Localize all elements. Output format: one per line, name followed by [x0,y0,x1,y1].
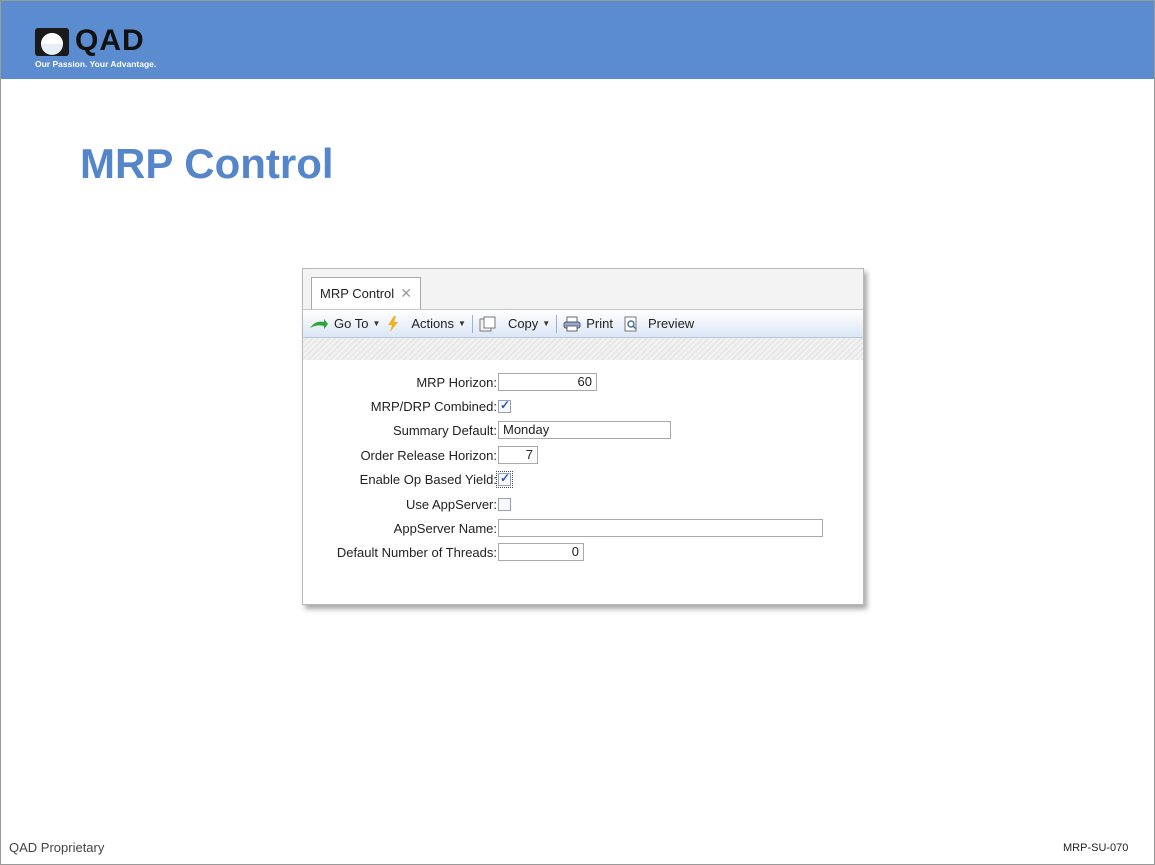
logo-tagline: Our Passion. Your Advantage. [35,59,157,69]
logo-text: QAD [75,24,145,57]
use-appserver-checkbox[interactable] [498,498,511,511]
enable-op-based-yield-checkbox[interactable]: ✓ [496,471,513,488]
qad-logo: QAD Our Passion. Your Advantage. [35,24,195,78]
qad-logo-icon [35,28,69,56]
default-threads-input[interactable]: 0 [498,543,584,561]
checkmark-icon: ✓ [500,398,511,412]
mrp-horizon-label: MRP Horizon: [416,375,497,390]
default-threads-label: Default Number of Threads: [336,545,497,560]
slide-title: MRP Control [80,140,334,187]
field-order-release-horizon: Order Release Horizon: 7 [303,446,863,466]
appserver-name-label: AppServer Name: [393,521,497,536]
field-mrp-horizon: MRP Horizon: 60 [303,373,863,393]
field-appserver-name: AppServer Name: [303,519,863,539]
field-mrp-drp-combined: MRP/DRP Combined: ✓ [303,397,863,417]
footer-slide-code: MRP-SU-070 [1063,842,1129,854]
appserver-name-input[interactable] [498,519,823,537]
use-appserver-label: Use AppServer: [405,497,497,512]
field-summary-default: Summary Default: Monday [303,421,863,441]
field-default-threads: Default Number of Threads: 0 [303,543,863,563]
order-release-horizon-label: Order Release Horizon: [360,448,497,463]
footer-proprietary: QAD Proprietary [9,840,105,855]
field-enable-op-based-yield: Enable Op Based Yield: ✓ [303,470,863,490]
enable-op-based-yield-label: Enable Op Based Yield: [359,472,497,487]
header-bar: QAD Our Passion. Your Advantage. [1,1,1154,79]
mrp-drp-combined-label: MRP/DRP Combined: [370,399,497,414]
order-release-horizon-input[interactable]: 7 [498,446,538,464]
field-use-appserver: Use AppServer: [303,495,863,515]
checkmark-icon: ✓ [500,471,511,485]
summary-default-label: Summary Default: [392,423,497,438]
summary-default-input[interactable]: Monday [498,421,671,439]
mrp-horizon-input[interactable]: 60 [498,373,597,391]
mrp-control-window: MRP Control ✕ Go To ▼ Actions ▼ Copy ▼ P… [302,268,864,605]
mrp-control-form: MRP Horizon: 60 MRP/DRP Combined: ✓ Summ… [303,269,863,604]
mrp-drp-combined-checkbox[interactable]: ✓ [498,398,511,413]
